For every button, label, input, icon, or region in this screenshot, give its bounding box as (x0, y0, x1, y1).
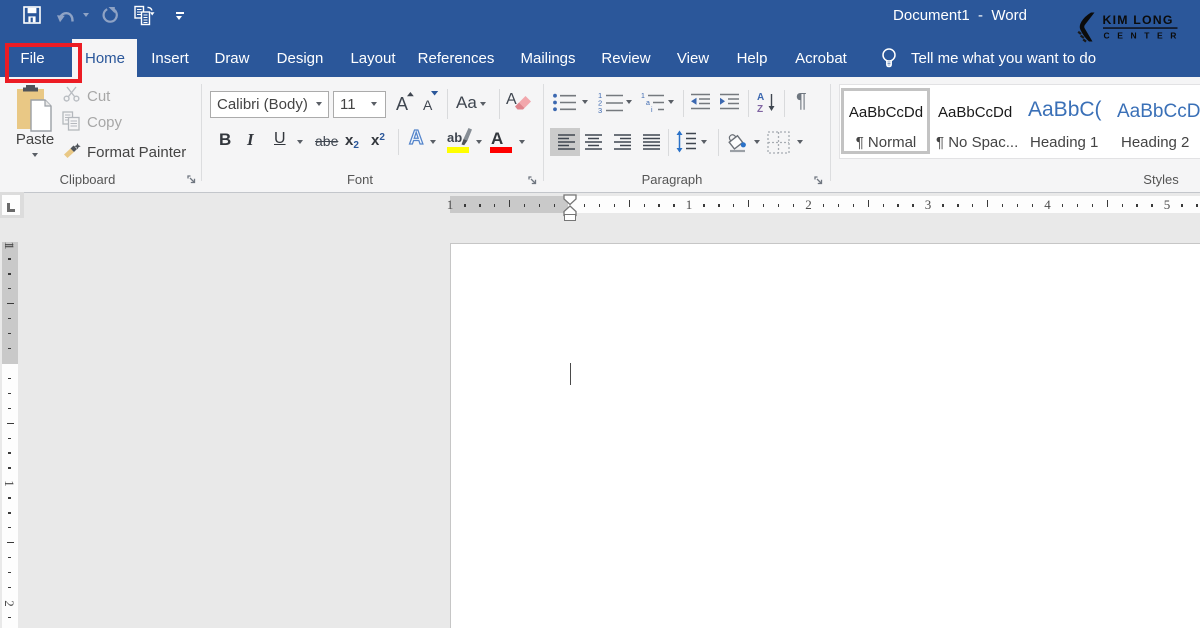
svg-text:KIM LONG: KIM LONG (1103, 13, 1174, 27)
svg-text:1: 1 (641, 93, 645, 100)
svg-text:CENTER: CENTER (1104, 31, 1185, 41)
svg-text:3: 3 (598, 106, 602, 113)
svg-text:Z: Z (757, 104, 763, 113)
svg-text:i: i (651, 107, 653, 112)
svg-text:a: a (646, 100, 650, 107)
svg-text:A: A (757, 92, 764, 103)
